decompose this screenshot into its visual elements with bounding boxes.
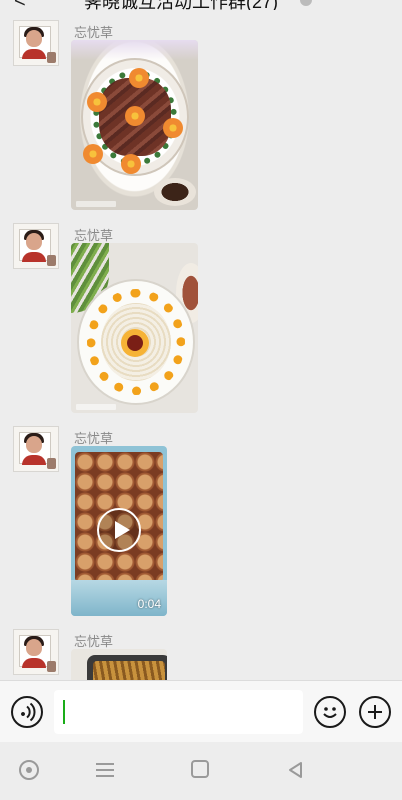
avatar[interactable]	[13, 629, 59, 675]
play-icon[interactable]	[97, 508, 141, 552]
avatar-body	[22, 455, 46, 465]
avatar-corner	[47, 255, 56, 266]
back-icon[interactable]	[286, 760, 306, 780]
avatar-corner	[47, 52, 56, 63]
avatar[interactable]	[13, 223, 59, 269]
carrot-flower	[83, 144, 103, 164]
avatar-face	[26, 30, 42, 47]
sender-name: 忘忧草	[74, 228, 114, 243]
more-button[interactable]	[359, 696, 391, 728]
recent-apps-icon[interactable]	[191, 760, 209, 778]
image-message[interactable]	[71, 649, 167, 680]
emoji-icon	[323, 707, 337, 718]
voice-icon	[21, 702, 36, 722]
message-input[interactable]	[54, 690, 303, 734]
sender-name: 忘忧草	[74, 25, 114, 40]
avatar-corner	[47, 458, 56, 469]
side-bowl	[154, 178, 196, 206]
avatar-face	[26, 436, 42, 453]
avatar[interactable]	[13, 426, 59, 472]
sender-name: 忘忧草	[74, 634, 114, 649]
emoji-button[interactable]	[314, 696, 346, 728]
avatar[interactable]	[13, 20, 59, 66]
tablecloth	[71, 40, 198, 60]
chat-message-list[interactable]: 忘忧草 忘忧草 忘忧草 0:04 忘忧草	[0, 0, 402, 680]
video-message[interactable]: 0:04	[71, 446, 167, 616]
sender-name: 忘忧草	[74, 431, 114, 446]
avatar-body	[22, 252, 46, 262]
carrot-flower	[129, 68, 149, 88]
text-caret	[63, 700, 65, 724]
plus-icon	[368, 705, 382, 719]
avatar-face	[26, 639, 42, 656]
avatar-body	[22, 658, 46, 668]
home-icon[interactable]	[19, 760, 39, 780]
center-garnish	[127, 335, 143, 351]
avatar-body	[22, 49, 46, 59]
menu-icon[interactable]	[96, 760, 116, 780]
carrot-flower	[125, 106, 145, 126]
avatar-corner	[47, 661, 56, 672]
watermark	[76, 404, 116, 410]
system-nav-bar	[0, 742, 402, 800]
carrot-flower	[87, 92, 107, 112]
image-message[interactable]	[71, 40, 198, 210]
video-duration: 0:04	[137, 597, 161, 611]
image-message[interactable]	[71, 243, 198, 413]
message-input-bar	[0, 680, 402, 742]
food	[93, 661, 165, 680]
watermark	[76, 201, 116, 207]
voice-button[interactable]	[11, 696, 43, 728]
avatar-face	[26, 233, 42, 250]
carrot-flower	[163, 118, 183, 138]
carrot-flower	[121, 154, 141, 174]
